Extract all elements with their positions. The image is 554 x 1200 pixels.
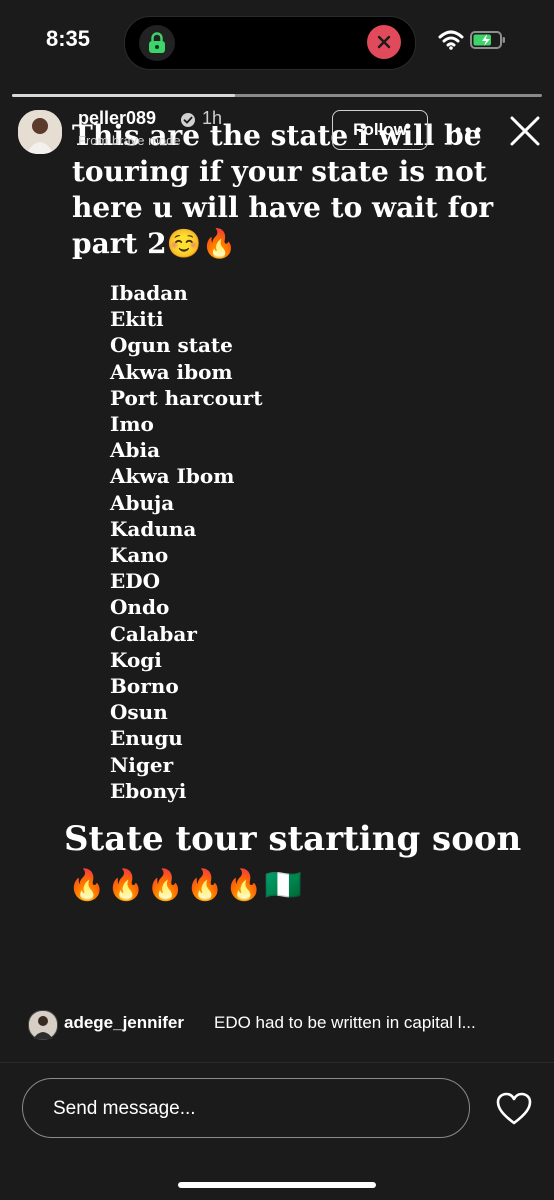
story-time: 1h (202, 108, 223, 128)
state-item: Kano (110, 543, 169, 568)
state-item: Calabar (110, 621, 197, 646)
state-item: Ogun state (110, 333, 233, 358)
state-item: Borno (110, 674, 179, 699)
state-item: Imo (110, 412, 154, 437)
home-indicator (178, 1182, 376, 1188)
state-item: Ekiti (110, 307, 164, 332)
send-message-input[interactable] (51, 1095, 445, 1123)
comment-text: EDO had to be written in capital l... (214, 1013, 476, 1032)
state-item: Kaduna (110, 516, 197, 541)
status-time: 8:35 (46, 26, 91, 51)
comment-preview[interactable]: adege_jennifer EDO had to be written in … (28, 1008, 538, 1042)
footer-divider (0, 1062, 554, 1063)
state-item: Akwa Ibom (110, 464, 235, 489)
comment-username[interactable]: adege_jennifer (64, 1013, 184, 1033)
comment-avatar[interactable] (28, 1010, 58, 1040)
state-item: Osun (110, 700, 168, 725)
state-item: Abia (110, 438, 161, 463)
status-bar: 8:35 (0, 0, 554, 84)
like-heart-icon[interactable] (496, 1092, 532, 1130)
close-icon[interactable] (508, 114, 542, 152)
state-item: Port harcourt (110, 385, 263, 410)
state-item: Ebonyi (110, 778, 187, 803)
story-avatar[interactable] (16, 108, 64, 156)
state-list: Ibadan Ekiti Ogun state Akwa ibom Port harco… (110, 280, 262, 804)
follow-button[interactable]: Follow (332, 110, 428, 150)
wifi-icon (438, 30, 464, 54)
state-item: Akwa ibom (110, 359, 233, 384)
story-subline: From brave mode (78, 133, 181, 148)
tour-emojis: 🔥🔥🔥🔥🔥🇳🇬 (68, 868, 305, 903)
state-item: Abuja (110, 490, 175, 515)
state-item: Kogi (110, 647, 162, 672)
more-options-icon[interactable] (454, 118, 482, 146)
send-message-field[interactable] (22, 1078, 470, 1138)
battery-icon (470, 30, 506, 54)
story-username[interactable]: peller089 (78, 108, 156, 129)
tour-announcement: State tour starting soon (64, 819, 522, 859)
story-progress-bar (12, 94, 542, 97)
island-close-icon[interactable] (367, 25, 401, 59)
state-item: Ibadan (110, 281, 188, 305)
verified-badge-icon (180, 112, 196, 132)
vpn-lock-icon[interactable] (139, 25, 175, 61)
story-screen: 8:35 This are the state i will be tourin… (0, 0, 554, 1200)
state-item: Niger (110, 752, 174, 777)
dynamic-island[interactable] (124, 16, 416, 70)
state-item: Enugu (110, 726, 183, 751)
state-item: EDO (110, 569, 161, 594)
story-progress-fill (12, 94, 235, 97)
state-item: Ondo (110, 595, 170, 620)
